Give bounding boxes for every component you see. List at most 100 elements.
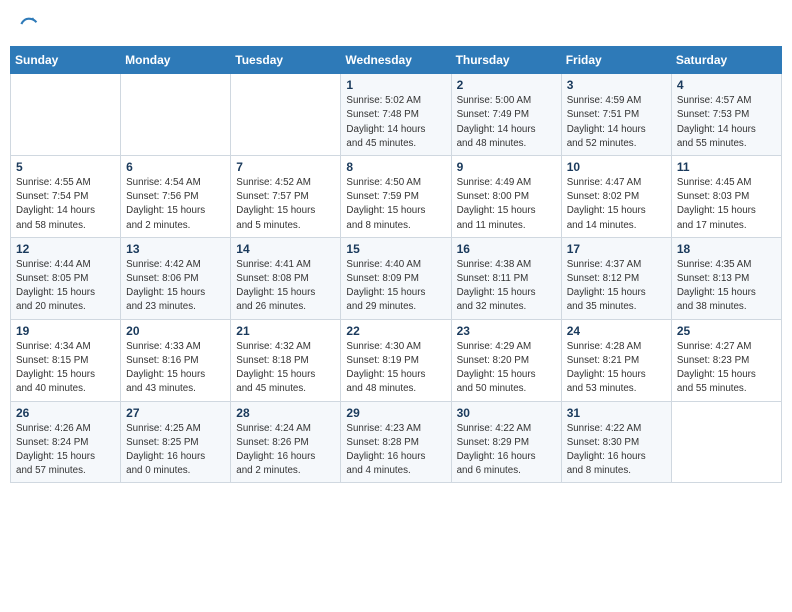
- calendar-cell: 12 Sunrise: 4:44 AM Sunset: 8:05 PM Dayli…: [11, 237, 121, 319]
- calendar-cell: 29 Sunrise: 4:23 AM Sunset: 8:28 PM Dayli…: [341, 401, 451, 483]
- calendar-week-5: 26 Sunrise: 4:26 AM Sunset: 8:24 PM Dayli…: [11, 401, 782, 483]
- calendar-cell: 19 Sunrise: 4:34 AM Sunset: 8:15 PM Dayli…: [11, 319, 121, 401]
- calendar-cell: 4 Sunrise: 4:57 AM Sunset: 7:53 PM Daylig…: [671, 74, 781, 156]
- calendar-cell: 30 Sunrise: 4:22 AM Sunset: 8:29 PM Dayli…: [451, 401, 561, 483]
- calendar-cell: 26 Sunrise: 4:26 AM Sunset: 8:24 PM Dayli…: [11, 401, 121, 483]
- day-number: 22: [346, 324, 445, 338]
- calendar-table: SundayMondayTuesdayWednesdayThursdayFrid…: [10, 46, 782, 483]
- calendar-cell: 18 Sunrise: 4:35 AM Sunset: 8:13 PM Dayli…: [671, 237, 781, 319]
- day-number: 17: [567, 242, 666, 256]
- calendar-cell: 21 Sunrise: 4:32 AM Sunset: 8:18 PM Dayli…: [231, 319, 341, 401]
- day-number: 24: [567, 324, 666, 338]
- day-info: Sunrise: 5:02 AM Sunset: 7:48 PM Dayligh…: [346, 94, 445, 151]
- day-number: 2: [457, 78, 556, 92]
- day-info: Sunrise: 4:30 AM Sunset: 8:19 PM Dayligh…: [346, 340, 445, 397]
- day-number: 9: [457, 160, 556, 174]
- day-info: Sunrise: 4:44 AM Sunset: 8:05 PM Dayligh…: [16, 258, 115, 315]
- calendar-week-3: 12 Sunrise: 4:44 AM Sunset: 8:05 PM Dayli…: [11, 237, 782, 319]
- calendar-cell: 28 Sunrise: 4:24 AM Sunset: 8:26 PM Dayli…: [231, 401, 341, 483]
- weekday-header-wednesday: Wednesday: [341, 47, 451, 74]
- day-number: 13: [126, 242, 225, 256]
- day-number: 29: [346, 406, 445, 420]
- day-info: Sunrise: 4:23 AM Sunset: 8:28 PM Dayligh…: [346, 422, 445, 479]
- day-info: Sunrise: 4:32 AM Sunset: 8:18 PM Dayligh…: [236, 340, 335, 397]
- calendar-header-row: SundayMondayTuesdayWednesdayThursdayFrid…: [11, 47, 782, 74]
- day-number: 28: [236, 406, 335, 420]
- day-info: Sunrise: 4:42 AM Sunset: 8:06 PM Dayligh…: [126, 258, 225, 315]
- calendar-cell: 10Sunrise: 4:47 AM Sunset: 8:02 PM Dayli…: [561, 156, 671, 238]
- day-info: Sunrise: 4:57 AM Sunset: 7:53 PM Dayligh…: [677, 94, 776, 151]
- calendar-cell: 13 Sunrise: 4:42 AM Sunset: 8:06 PM Dayli…: [121, 237, 231, 319]
- calendar-week-1: 1Sunrise: 5:02 AM Sunset: 7:48 PM Daylig…: [11, 74, 782, 156]
- day-number: 7: [236, 160, 335, 174]
- calendar-cell: 14Sunrise: 4:41 AM Sunset: 8:08 PM Dayli…: [231, 237, 341, 319]
- day-number: 8: [346, 160, 445, 174]
- day-number: 18: [677, 242, 776, 256]
- calendar-cell: 11 Sunrise: 4:45 AM Sunset: 8:03 PM Dayli…: [671, 156, 781, 238]
- day-info: Sunrise: 4:26 AM Sunset: 8:24 PM Dayligh…: [16, 422, 115, 479]
- calendar-week-4: 19 Sunrise: 4:34 AM Sunset: 8:15 PM Dayli…: [11, 319, 782, 401]
- day-info: Sunrise: 4:34 AM Sunset: 8:15 PM Dayligh…: [16, 340, 115, 397]
- calendar-body: 1Sunrise: 5:02 AM Sunset: 7:48 PM Daylig…: [11, 74, 782, 483]
- calendar-cell: 7 Sunrise: 4:52 AM Sunset: 7:57 PM Daylig…: [231, 156, 341, 238]
- day-info: Sunrise: 4:35 AM Sunset: 8:13 PM Dayligh…: [677, 258, 776, 315]
- calendar-cell: 1Sunrise: 5:02 AM Sunset: 7:48 PM Daylig…: [341, 74, 451, 156]
- day-number: 30: [457, 406, 556, 420]
- calendar-cell: 9 Sunrise: 4:49 AM Sunset: 8:00 PM Daylig…: [451, 156, 561, 238]
- calendar-cell: 6 Sunrise: 4:54 AM Sunset: 7:56 PM Daylig…: [121, 156, 231, 238]
- weekday-header-thursday: Thursday: [451, 47, 561, 74]
- day-info: Sunrise: 4:22 AM Sunset: 8:29 PM Dayligh…: [457, 422, 556, 479]
- day-info: Sunrise: 4:27 AM Sunset: 8:23 PM Dayligh…: [677, 340, 776, 397]
- page-header: [10, 10, 782, 38]
- calendar-cell: [121, 74, 231, 156]
- day-info: Sunrise: 5:00 AM Sunset: 7:49 PM Dayligh…: [457, 94, 556, 151]
- calendar-week-2: 5Sunrise: 4:55 AM Sunset: 7:54 PM Daylig…: [11, 156, 782, 238]
- day-info: Sunrise: 4:54 AM Sunset: 7:56 PM Dayligh…: [126, 176, 225, 233]
- day-number: 21: [236, 324, 335, 338]
- calendar-cell: 22 Sunrise: 4:30 AM Sunset: 8:19 PM Dayli…: [341, 319, 451, 401]
- day-info: Sunrise: 4:29 AM Sunset: 8:20 PM Dayligh…: [457, 340, 556, 397]
- calendar-cell: 31Sunrise: 4:22 AM Sunset: 8:30 PM Dayli…: [561, 401, 671, 483]
- day-info: Sunrise: 4:24 AM Sunset: 8:26 PM Dayligh…: [236, 422, 335, 479]
- day-info: Sunrise: 4:47 AM Sunset: 8:02 PM Dayligh…: [567, 176, 666, 233]
- day-info: Sunrise: 4:45 AM Sunset: 8:03 PM Dayligh…: [677, 176, 776, 233]
- calendar-cell: [11, 74, 121, 156]
- weekday-header-friday: Friday: [561, 47, 671, 74]
- logo-icon: [18, 14, 38, 34]
- logo: [16, 14, 38, 34]
- calendar-cell: [671, 401, 781, 483]
- calendar-cell: 5Sunrise: 4:55 AM Sunset: 7:54 PM Daylig…: [11, 156, 121, 238]
- calendar-cell: 3Sunrise: 4:59 AM Sunset: 7:51 PM Daylig…: [561, 74, 671, 156]
- day-info: Sunrise: 4:22 AM Sunset: 8:30 PM Dayligh…: [567, 422, 666, 479]
- calendar-cell: 24 Sunrise: 4:28 AM Sunset: 8:21 PM Dayli…: [561, 319, 671, 401]
- day-info: Sunrise: 4:59 AM Sunset: 7:51 PM Dayligh…: [567, 94, 666, 151]
- day-info: Sunrise: 4:37 AM Sunset: 8:12 PM Dayligh…: [567, 258, 666, 315]
- day-info: Sunrise: 4:28 AM Sunset: 8:21 PM Dayligh…: [567, 340, 666, 397]
- calendar-cell: [231, 74, 341, 156]
- day-number: 19: [16, 324, 115, 338]
- day-info: Sunrise: 4:41 AM Sunset: 8:08 PM Dayligh…: [236, 258, 335, 315]
- day-number: 11: [677, 160, 776, 174]
- day-number: 27: [126, 406, 225, 420]
- day-info: Sunrise: 4:52 AM Sunset: 7:57 PM Dayligh…: [236, 176, 335, 233]
- day-number: 4: [677, 78, 776, 92]
- day-number: 15: [346, 242, 445, 256]
- calendar-cell: 27 Sunrise: 4:25 AM Sunset: 8:25 PM Dayli…: [121, 401, 231, 483]
- day-number: 12: [16, 242, 115, 256]
- weekday-header-sunday: Sunday: [11, 47, 121, 74]
- day-info: Sunrise: 4:49 AM Sunset: 8:00 PM Dayligh…: [457, 176, 556, 233]
- day-info: Sunrise: 4:40 AM Sunset: 8:09 PM Dayligh…: [346, 258, 445, 315]
- calendar-cell: 20Sunrise: 4:33 AM Sunset: 8:16 PM Dayli…: [121, 319, 231, 401]
- weekday-header-saturday: Saturday: [671, 47, 781, 74]
- day-number: 25: [677, 324, 776, 338]
- weekday-header-tuesday: Tuesday: [231, 47, 341, 74]
- day-info: Sunrise: 4:25 AM Sunset: 8:25 PM Dayligh…: [126, 422, 225, 479]
- day-number: 6: [126, 160, 225, 174]
- calendar-cell: 8Sunrise: 4:50 AM Sunset: 7:59 PM Daylig…: [341, 156, 451, 238]
- calendar-cell: 16Sunrise: 4:38 AM Sunset: 8:11 PM Dayli…: [451, 237, 561, 319]
- day-info: Sunrise: 4:55 AM Sunset: 7:54 PM Dayligh…: [16, 176, 115, 233]
- calendar-cell: 17 Sunrise: 4:37 AM Sunset: 8:12 PM Dayli…: [561, 237, 671, 319]
- calendar-cell: 23Sunrise: 4:29 AM Sunset: 8:20 PM Dayli…: [451, 319, 561, 401]
- day-info: Sunrise: 4:33 AM Sunset: 8:16 PM Dayligh…: [126, 340, 225, 397]
- day-number: 26: [16, 406, 115, 420]
